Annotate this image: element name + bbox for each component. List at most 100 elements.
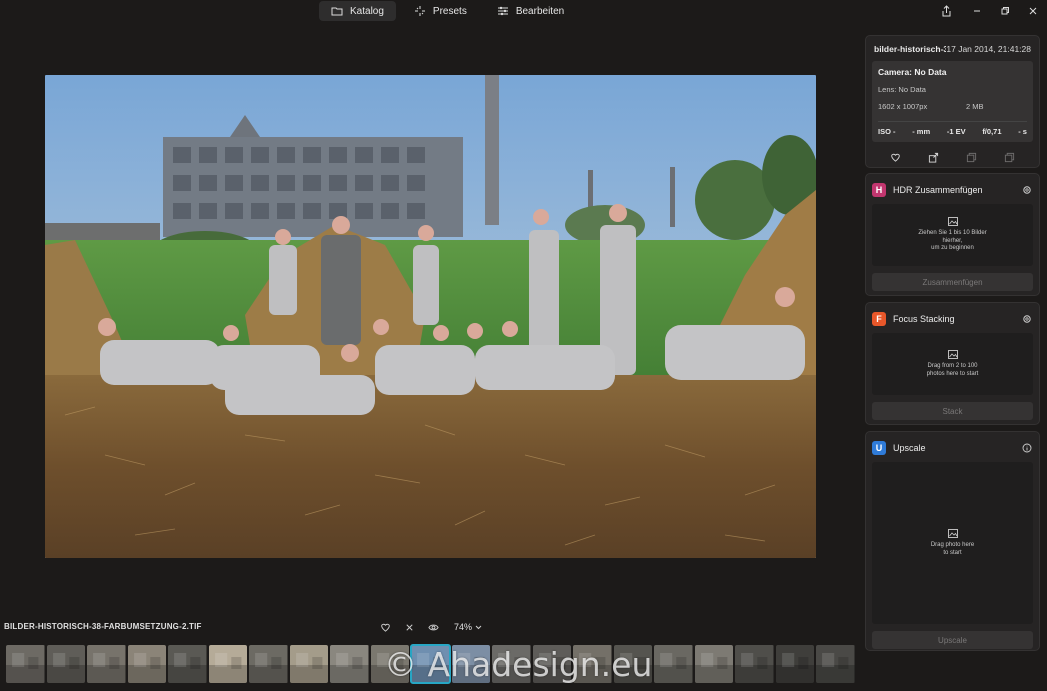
main-tabs: Katalog Presets Bearbeiten [319, 1, 576, 21]
info-favorite-button[interactable] [888, 150, 902, 164]
restore-icon [1001, 7, 1009, 15]
upscale-info-button[interactable] [1021, 442, 1033, 454]
iso-label: ISO - [878, 127, 896, 136]
zoom-dropdown[interactable]: 74% [454, 622, 482, 632]
tab-presets[interactable]: Presets [402, 1, 479, 21]
filmstrip-thumbnail[interactable] [208, 645, 247, 683]
filmstrip-thumbnail[interactable] [46, 645, 85, 683]
filmstrip-thumbnail[interactable] [694, 645, 733, 683]
paste-button[interactable] [1003, 150, 1017, 164]
info-date: 17 Jan 2014, 21:41:28 [946, 44, 1031, 54]
export-icon [928, 152, 938, 163]
zoom-value: 74% [454, 622, 473, 632]
copy-icon [967, 152, 977, 162]
filmstrip-thumbnail[interactable] [573, 645, 612, 683]
filmstrip [6, 644, 855, 684]
photo-info-panel: bilder-historisch-38-farbumsetzung-2 17 … [865, 35, 1040, 168]
camera-label: Camera: No Data [878, 67, 947, 77]
filmstrip-thumbnail[interactable] [370, 645, 409, 683]
upscale-dropzone[interactable]: Drag photo here to start [872, 462, 1033, 624]
heart-icon [380, 623, 390, 632]
focus-drop-line1: Drag from 2 to 100 [927, 363, 978, 369]
main-photo[interactable] [45, 75, 816, 558]
share-icon [942, 5, 950, 17]
close-icon [405, 623, 413, 631]
upscale-badge-icon: U [872, 440, 886, 455]
share-button[interactable] [937, 3, 955, 19]
focal-label: - mm [912, 127, 931, 136]
paste-icon [1005, 152, 1015, 162]
dimensions-label: 1602 x 1007px [878, 102, 928, 111]
tab-label: Katalog [350, 5, 384, 17]
filmstrip-thumbnail[interactable] [289, 645, 328, 683]
hdr-drop-line1: Ziehen Sie 1 bis 10 Bilder [918, 230, 987, 237]
filmstrip-thumbnail[interactable] [6, 645, 45, 683]
chevron-down-icon [475, 625, 482, 629]
hdr-merge-panel: H HDR Zusammenfügen Ziehen Sie 1 bis 10 … [865, 173, 1040, 296]
focus-title: Focus Stacking [893, 313, 955, 324]
tab-label: Bearbeiten [515, 5, 565, 17]
folder-icon [331, 7, 343, 16]
preview-button[interactable] [426, 620, 440, 634]
filmstrip-thumbnail[interactable] [330, 645, 369, 683]
metadata-box: Camera: No Data Lens: No Data 1602 x 100… [872, 61, 1033, 142]
export-button[interactable] [926, 150, 940, 164]
focus-settings-button[interactable] [1021, 313, 1033, 325]
hdr-dropzone[interactable]: Ziehen Sie 1 bis 10 Bilder hierher, um z… [872, 204, 1033, 266]
filmstrip-thumbnail[interactable] [775, 645, 814, 683]
ev-label: -1 EV [946, 127, 966, 136]
filmstrip-thumbnail[interactable] [532, 645, 571, 683]
hdr-settings-button[interactable] [1021, 184, 1033, 196]
shutter-label: - s [1018, 127, 1027, 136]
top-bar: Katalog Presets Bearbeiten [0, 0, 1047, 24]
upscale-panel: U Upscale Drag photo here to start Upsca… [865, 431, 1040, 651]
hdr-drop-line2: hierher, [942, 237, 963, 244]
hdr-badge-icon: H [872, 182, 886, 197]
stack-button[interactable]: Stack [872, 402, 1033, 420]
aperture-label: f/0,71 [982, 127, 1002, 136]
reject-button[interactable] [402, 620, 416, 634]
favorite-button[interactable] [378, 620, 392, 634]
file-name: BILDER-HISTORISCH-38-FARBUMSETZUNG-2.TIF [4, 622, 202, 631]
filmstrip-thumbnail[interactable] [451, 645, 490, 683]
filmstrip-thumbnail[interactable] [654, 645, 693, 683]
close-icon [1029, 7, 1037, 15]
focus-badge-icon: F [872, 311, 886, 326]
info-filename: bilder-historisch-38-farbumsetzung-2 [874, 44, 947, 54]
upscale-button[interactable]: Upscale [872, 631, 1033, 649]
filmstrip-thumbnail[interactable] [87, 645, 126, 683]
image-icon [947, 529, 958, 538]
close-button[interactable] [1019, 0, 1047, 22]
filmstrip-thumbnail[interactable] [127, 645, 166, 683]
filmstrip-thumbnail[interactable] [410, 644, 451, 684]
minimize-button[interactable] [963, 0, 991, 22]
image-icon [947, 217, 958, 227]
copy-button[interactable] [965, 150, 979, 164]
focus-stacking-panel: F Focus Stacking Drag from 2 to 100 phot… [865, 302, 1040, 425]
upscale-drop-line2: to start [943, 549, 962, 556]
tab-label: Presets [432, 5, 467, 17]
gear-icon [1023, 185, 1031, 194]
filmstrip-thumbnail[interactable] [816, 645, 855, 683]
upscale-drop-line1: Drag photo here [930, 542, 975, 548]
eye-icon [427, 624, 439, 630]
info-icon [1022, 443, 1032, 452]
restore-button[interactable] [991, 0, 1019, 22]
window-controls [963, 0, 1047, 22]
upscale-title: Upscale [893, 442, 926, 453]
focus-dropzone[interactable]: Drag from 2 to 100 photos here to start [872, 333, 1033, 395]
sliders-icon [497, 6, 508, 16]
filmstrip-thumbnail[interactable] [735, 645, 774, 683]
tab-katalog[interactable]: Katalog [319, 1, 396, 21]
filmstrip-thumbnail[interactable] [492, 645, 531, 683]
filmstrip-thumbnail[interactable] [249, 645, 288, 683]
photo-canvas [45, 75, 816, 558]
lens-label: Lens: No Data [878, 85, 926, 94]
hdr-title: HDR Zusammenfügen [893, 184, 983, 195]
image-icon [947, 350, 958, 359]
hdr-merge-button[interactable]: Zusammenfügen [872, 273, 1033, 291]
gear-icon [1023, 314, 1031, 323]
filmstrip-thumbnail[interactable] [168, 645, 207, 683]
filmstrip-thumbnail[interactable] [613, 645, 652, 683]
tab-bearbeiten[interactable]: Bearbeiten [485, 1, 576, 21]
